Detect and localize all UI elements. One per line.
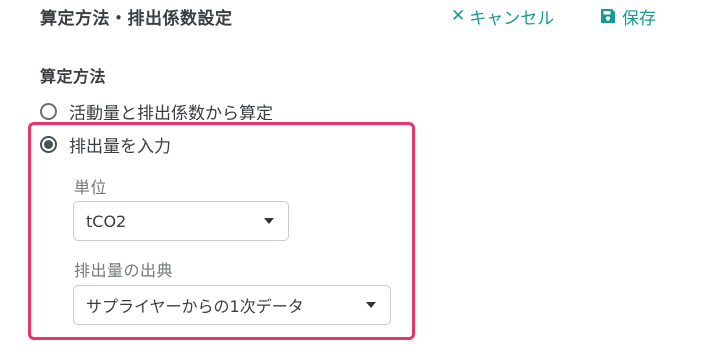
chevron-down-icon: [264, 218, 274, 224]
unit-select[interactable]: tCO2: [73, 201, 289, 241]
cancel-button-label: キャンセル: [469, 8, 555, 29]
save-icon: [600, 8, 616, 24]
chevron-down-icon: [366, 302, 376, 308]
emission-source-select[interactable]: サプライヤーからの1次データ: [73, 285, 391, 325]
radio-option-activity-based[interactable]: 活動量と排出係数から算定: [40, 99, 273, 124]
radio-option-label: 活動量と排出係数から算定: [69, 104, 273, 124]
close-icon: ✕: [451, 6, 466, 26]
radio-button-unchecked[interactable]: [40, 103, 57, 120]
save-button[interactable]: 保存: [600, 3, 656, 29]
save-button-label: 保存: [622, 8, 656, 29]
cancel-button[interactable]: ✕ キャンセル: [451, 3, 554, 29]
page-title: 算定方法・排出係数設定: [40, 9, 233, 29]
emission-source-label: 排出量の出典: [74, 261, 174, 280]
emission-source-select-value: サプライヤーからの1次データ: [86, 297, 304, 316]
unit-select-value: tCO2: [86, 211, 127, 231]
calculation-method-label: 算定方法: [40, 67, 107, 86]
unit-label: 単位: [74, 178, 108, 197]
